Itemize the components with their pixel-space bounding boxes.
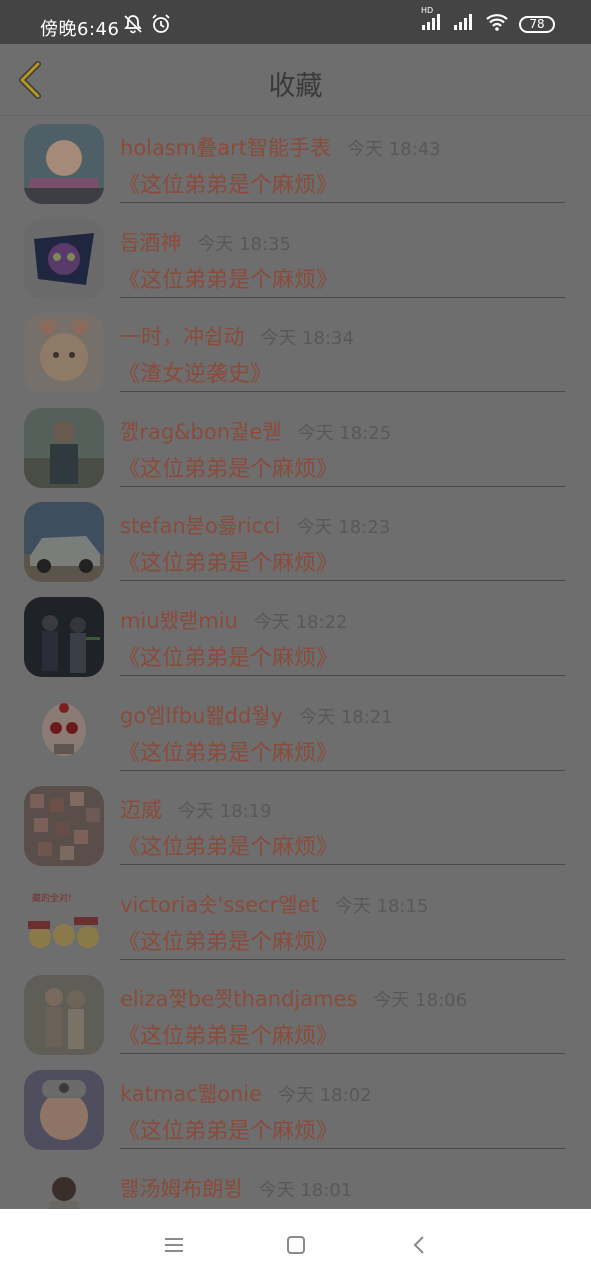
book-title: 《渣女逆袭史》 bbox=[118, 362, 273, 388]
timestamp: 今天 18:15 bbox=[334, 895, 429, 917]
avatar bbox=[24, 407, 104, 488]
list-item[interactable]: katmac뛟onie 今天 18:02 《这位弟弟是个麻烦》 bbox=[0, 1062, 591, 1157]
page-title: 收藏 bbox=[268, 71, 323, 102]
avatar: 藏的全对! bbox=[24, 880, 104, 961]
divider bbox=[120, 958, 565, 960]
user-name: 럟汤姆布朗뵝 今天 18:01 bbox=[120, 1176, 353, 1201]
avatar bbox=[24, 596, 104, 677]
list-item[interactable]: 一时，冲쉽动 今天 18:34 《渣女逆袭史》 bbox=[0, 305, 591, 400]
book-title: 《这位弟弟是个麻烦》 bbox=[118, 551, 339, 577]
user-name: 迈威 今天 18:19 bbox=[120, 798, 272, 823]
divider bbox=[120, 864, 565, 866]
list-item[interactable]: 럟汤姆布朗뵝 今天 18:01 bbox=[0, 1157, 591, 1209]
timestamp: 今天 18:23 bbox=[296, 517, 391, 539]
list-item[interactable]: 꼜rag&bon궕e퀟 今天 18:25 《这位弟弟是个麻烦》 bbox=[0, 400, 591, 495]
notifications-off-icon bbox=[122, 13, 144, 40]
book-title: 《这位弟弟是个麻烦》 bbox=[118, 929, 339, 955]
list-item[interactable]: 돕酒神 今天 18:35 《这位弟弟是个麻烦》 bbox=[0, 211, 591, 306]
user-name: holasm叠art智能手表 今天 18:43 bbox=[120, 136, 441, 160]
user-name: victoria솟'ssecr엘et 今天 18:15 bbox=[120, 892, 429, 917]
list-item[interactable]: stefan붇o릃ricci 今天 18:23 《这位弟弟是个麻烦》 bbox=[0, 494, 591, 589]
timestamp: 今天 18:06 bbox=[373, 990, 468, 1012]
avatar bbox=[24, 1069, 104, 1150]
book-title: 《这位弟弟是个麻烦》 bbox=[118, 267, 339, 293]
user-name: go엠lfbu뫮dd웧y 今天 18:21 bbox=[120, 703, 393, 728]
user-name: 一时，冲쉽动 今天 18:34 bbox=[120, 325, 354, 350]
menu-icon bbox=[165, 1238, 183, 1252]
avatar bbox=[24, 691, 104, 772]
timestamp: 今天 18:01 bbox=[258, 1179, 353, 1201]
book-title: 《这位弟弟是个麻烦》 bbox=[118, 835, 339, 861]
timestamp: 今天 18:02 bbox=[278, 1084, 372, 1106]
menu-button[interactable] bbox=[160, 1231, 188, 1259]
list-item[interactable]: go엠lfbu뫮dd웧y 今天 18:21 《这位弟弟是个麻烦》 bbox=[0, 684, 591, 779]
user-name: katmac뛟onie 今天 18:02 bbox=[120, 1081, 372, 1106]
avatar bbox=[24, 218, 104, 299]
system-nav-bar bbox=[0, 1209, 591, 1280]
book-title: 《这位弟弟是个麻烦》 bbox=[118, 1024, 339, 1050]
book-title: 《这位弟弟是个麻烦》 bbox=[118, 1118, 339, 1144]
battery-indicator: 78 bbox=[519, 16, 555, 33]
list-item[interactable]: miu뵀랟miu 今天 18:22 《这位弟弟是个麻烦》 bbox=[0, 589, 591, 684]
user-name: 꼜rag&bon궕e퀟 今天 18:25 bbox=[120, 419, 392, 444]
book-title: 《这位弟弟是个麻烦》 bbox=[118, 173, 339, 198]
timestamp: 今天 18:34 bbox=[260, 328, 354, 350]
timestamp: 今天 18:22 bbox=[253, 611, 348, 633]
system-back-button[interactable] bbox=[406, 1231, 434, 1259]
book-title: 《这位弟弟是个麻烦》 bbox=[118, 456, 339, 482]
avatar bbox=[24, 502, 104, 583]
timestamp: 今天 18:19 bbox=[178, 801, 272, 823]
avatar bbox=[24, 124, 104, 204]
divider bbox=[120, 296, 565, 298]
avatar bbox=[24, 786, 104, 867]
divider bbox=[120, 1053, 565, 1055]
user-name: eliza짳be쬣thandjames 今天 18:06 bbox=[120, 987, 468, 1012]
list-item[interactable]: holasm叠art智能手表 今天 18:43 《这位弟弟是个麻烦》 bbox=[0, 116, 591, 211]
divider bbox=[120, 769, 565, 771]
book-title: 《这位弟弟是个麻烦》 bbox=[118, 645, 339, 671]
list-item[interactable]: eliza짳be쬣thandjames 今天 18:06 《这位弟弟是个麻烦》 bbox=[0, 967, 591, 1062]
user-name: 돕酒神 今天 18:35 bbox=[120, 230, 291, 255]
signal-icon bbox=[453, 13, 475, 36]
divider bbox=[120, 391, 565, 393]
divider bbox=[120, 674, 565, 676]
divider bbox=[120, 580, 565, 582]
network-label: HD bbox=[421, 6, 434, 15]
home-square-icon bbox=[287, 1236, 305, 1254]
app-header: 收藏 bbox=[0, 44, 591, 116]
alarm-icon bbox=[150, 13, 172, 40]
favorites-list: holasm叠art智能手表 今天 18:43 《这位弟弟是个麻烦》 돕酒神 今天 … bbox=[0, 116, 591, 1209]
timestamp: 今天 18:43 bbox=[347, 139, 441, 160]
avatar bbox=[24, 1164, 104, 1209]
chevron-left-icon bbox=[413, 1236, 424, 1254]
signal-hd-icon: HD bbox=[421, 6, 443, 36]
avatar bbox=[24, 975, 104, 1056]
list-item[interactable]: 藏的全对! victoria솟'ssecr엘et 今天 18:15 《这位弟弟是个… bbox=[0, 873, 591, 968]
list-item[interactable]: 迈威 今天 18:19 《这位弟弟是个麻烦》 bbox=[0, 778, 591, 873]
timestamp: 今天 18:21 bbox=[299, 706, 393, 728]
timestamp: 今天 18:35 bbox=[197, 233, 291, 255]
avatar-caption: 藏的全对! bbox=[32, 892, 72, 904]
divider bbox=[120, 202, 565, 203]
wifi-icon bbox=[485, 13, 509, 36]
user-name: miu뵀랟miu 今天 18:22 bbox=[120, 608, 348, 633]
home-button[interactable] bbox=[282, 1231, 310, 1259]
status-time: 傍晚6:46 bbox=[40, 19, 120, 40]
timestamp: 今天 18:25 bbox=[297, 422, 392, 444]
status-bar: 傍晚6:46 HD 78 bbox=[0, 0, 591, 44]
user-name: stefan붇o릃ricci 今天 18:23 bbox=[120, 514, 391, 539]
avatar bbox=[24, 313, 104, 394]
book-title: 《这位弟弟是个麻烦》 bbox=[118, 740, 339, 766]
divider bbox=[120, 1147, 565, 1149]
divider bbox=[120, 485, 565, 487]
